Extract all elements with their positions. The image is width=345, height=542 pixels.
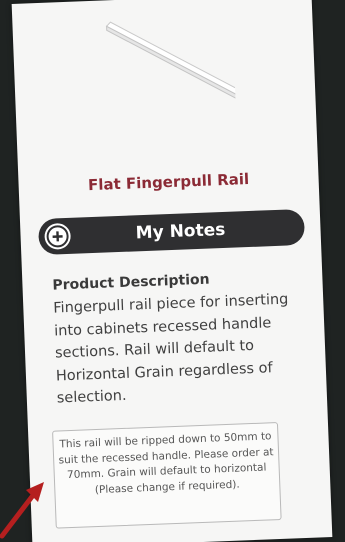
product-title: Flat Fingerpull Rail [87, 169, 250, 195]
my-notes-label: My Notes [135, 219, 226, 244]
product-description-text: Fingerpull rail piece for inserting into… [53, 291, 289, 407]
arrow-pointer-icon [0, 482, 44, 539]
product-description-heading: Product Description [52, 271, 210, 294]
rail-piece-image [92, 6, 247, 111]
product-card: Flat Fingerpull Rail My Notes Product De… [11, 0, 333, 542]
rail-note-box: This rail will be ripped down to 50mm to… [52, 422, 282, 529]
screen: Flat Fingerpull Rail My Notes Product De… [0, 0, 345, 542]
my-notes-button[interactable]: My Notes [37, 208, 306, 256]
